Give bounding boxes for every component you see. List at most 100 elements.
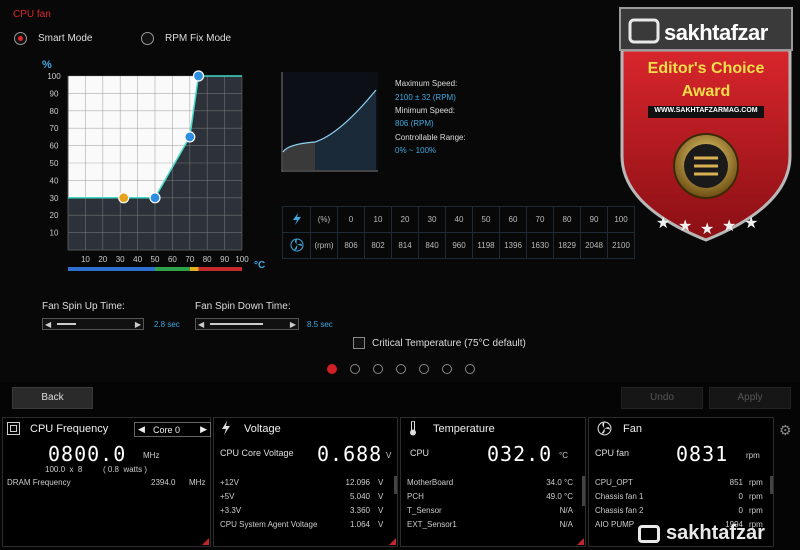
back-button[interactable]: Back xyxy=(12,387,93,409)
page-dot[interactable] xyxy=(373,364,383,374)
pct-cell: 80 xyxy=(553,206,581,233)
sensor-label: AIO PUMP xyxy=(595,520,635,529)
temperature-scrollbar[interactable] xyxy=(582,476,585,506)
temperature-panel: Temperature CPU 032.0 °C MotherBoard 34.0… xyxy=(400,417,586,547)
apply-button[interactable]: Apply xyxy=(709,387,791,409)
temperature-zone xyxy=(189,267,199,271)
cpu-temp-unit: °C xyxy=(559,451,568,460)
arrow-left-icon[interactable]: ◀ xyxy=(45,319,51,330)
panel-corner-icon xyxy=(389,538,396,545)
sensor-label: +12V xyxy=(220,478,239,487)
max-speed-value: 2100 ± 32 (RPM) xyxy=(395,93,456,102)
y-tick-label: 80 xyxy=(50,107,59,116)
rpm-cell: 960 xyxy=(445,232,473,259)
rpm-fix-mode-radio[interactable] xyxy=(141,32,154,45)
page-dot[interactable] xyxy=(442,364,452,374)
y-tick-label: 20 xyxy=(50,211,59,220)
temperature-zone xyxy=(198,267,242,271)
editors-choice-badge: sakhtafzar Editor's Choice Award WWW.SAK… xyxy=(618,6,794,242)
fan-icon xyxy=(282,232,311,259)
x-tick-label: 80 xyxy=(203,255,212,264)
cpu-frequency-value: 0800.0 xyxy=(48,442,127,466)
page-dot[interactable] xyxy=(327,364,337,374)
voltage-title: Voltage xyxy=(244,423,281,435)
sensor-label: PCH xyxy=(407,492,424,501)
page-dot[interactable] xyxy=(419,364,429,374)
gear-icon[interactable]: ⚙ xyxy=(779,422,792,439)
fan-scrollbar[interactable] xyxy=(770,476,773,494)
sensor-unit: V xyxy=(378,492,384,501)
pct-cell: 20 xyxy=(391,206,419,233)
cpu-ratio: 100.0 x 8 xyxy=(45,465,83,474)
fan-title: Fan xyxy=(623,423,642,435)
rpm-cell: 806 xyxy=(337,232,365,259)
sensor-value: 0 xyxy=(738,492,743,501)
dram-frequency-value: 2394.0 xyxy=(151,478,176,487)
badge-brand: sakhtafzar xyxy=(664,20,768,45)
pct-cell: 50 xyxy=(472,206,500,233)
x-tick-label: 20 xyxy=(98,255,107,264)
sensor-label: EXT_Sensor1 xyxy=(407,520,457,529)
arrow-left-icon[interactable]: ◀ xyxy=(198,319,204,330)
fan-curve-chart[interactable]: 10 20 30 40 50 60 70 80 90 100 10 20 30 40 50 60 70 80 90 1… xyxy=(28,52,268,277)
y-tick-label: 60 xyxy=(50,142,59,151)
spin-up-fill xyxy=(57,323,76,325)
rpm-cell: 1630 xyxy=(526,232,554,259)
cpu-core-voltage-value: 0.688 xyxy=(317,442,383,466)
y-tick-label: 30 xyxy=(50,194,59,203)
logo-icon xyxy=(638,525,660,543)
sensor-row: +12V 12.096 V xyxy=(220,478,390,487)
y-tick-label: 50 xyxy=(50,159,59,168)
spin-up-slider[interactable]: ◀ ▶ xyxy=(42,318,144,330)
temperature-zone xyxy=(155,267,190,271)
cpu-core-voltage-label: CPU Core Voltage xyxy=(220,448,294,458)
page-indicator xyxy=(327,364,487,376)
smart-mode-radio[interactable] xyxy=(14,32,27,45)
curve-point xyxy=(184,131,196,143)
sensor-label: +5V xyxy=(220,492,235,501)
watermark-logo: sakhtafzar xyxy=(638,522,798,548)
arrow-right-icon[interactable]: ▶ xyxy=(135,319,141,330)
undo-button[interactable]: Undo xyxy=(621,387,703,409)
spin-down-value: 8.5 sec xyxy=(307,320,333,329)
page-dot[interactable] xyxy=(465,364,475,374)
sensor-value: 34.0 °C xyxy=(546,478,573,487)
core-select[interactable]: ◀ Core 0 ▶ xyxy=(134,422,211,437)
panel-corner-icon xyxy=(577,538,584,545)
sensor-value: 12.096 xyxy=(345,478,370,487)
rpm-cell: 1829 xyxy=(553,232,581,259)
sensor-row: Chassis fan 2 0 rpm xyxy=(595,506,765,515)
sensor-row: Chassis fan 1 0 rpm xyxy=(595,492,765,501)
page-dot[interactable] xyxy=(396,364,406,374)
spin-down-slider[interactable]: ◀ ▶ xyxy=(195,318,299,330)
sensor-value: 1.064 xyxy=(349,520,370,529)
smart-mode-label: Smart Mode xyxy=(38,33,93,44)
cpu-frequency-unit: MHz xyxy=(143,451,160,460)
page-dot[interactable] xyxy=(350,364,360,374)
critical-temp-label: Critical Temperature (75°C default) xyxy=(372,338,526,349)
thermometer-icon xyxy=(409,420,417,439)
star-icon: ★ xyxy=(722,218,737,235)
critical-temp-checkbox[interactable] xyxy=(353,337,365,349)
pct-cell: 40 xyxy=(445,206,473,233)
star-icon: ★ xyxy=(744,215,759,232)
sensor-label: Chassis fan 1 xyxy=(595,492,644,501)
arrow-right-icon[interactable]: ▶ xyxy=(290,319,296,330)
pct-cell: 70 xyxy=(526,206,554,233)
page-title: CPU fan xyxy=(13,9,51,20)
cpu-frequency-title: CPU Frequency xyxy=(30,423,109,435)
star-icon: ★ xyxy=(656,215,671,232)
dram-frequency-unit: MHz xyxy=(189,478,206,487)
y-tick-label: 90 xyxy=(50,89,59,98)
sensor-value: 5.040 xyxy=(349,492,370,501)
sensor-unit: V xyxy=(378,478,384,487)
y-axis-label: % xyxy=(42,59,52,71)
max-speed-label: Maximum Speed: xyxy=(395,79,458,88)
y-tick-label: 70 xyxy=(50,124,59,133)
cpu-core-voltage-unit: V xyxy=(386,451,392,460)
bolt-icon xyxy=(282,206,311,233)
cpu-watts: ( 0.8 watts ) xyxy=(103,465,148,474)
voltage-scrollbar[interactable] xyxy=(394,476,397,494)
sensor-unit: rpm xyxy=(749,506,763,515)
cpu-frequency-panel: CPU Frequency ◀ Core 0 ▶ 0800.0 MHz 100.0 … xyxy=(2,417,211,547)
